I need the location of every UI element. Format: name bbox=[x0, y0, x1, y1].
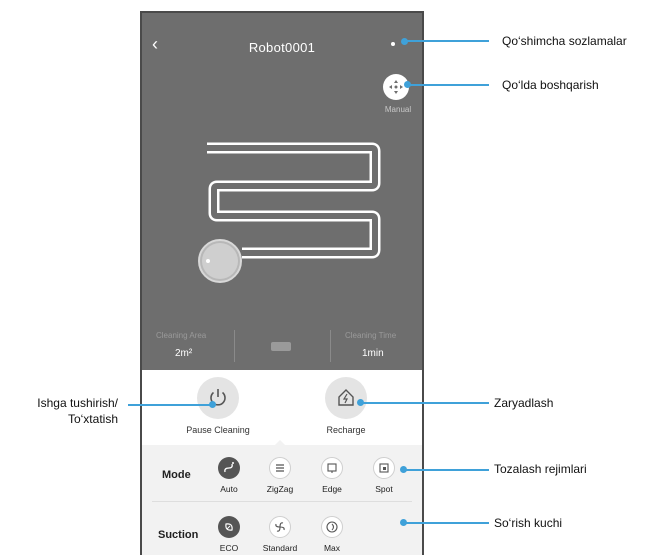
home-charge-icon bbox=[338, 389, 354, 406]
mode-spot-button[interactable] bbox=[373, 457, 395, 479]
suction-eco-button[interactable] bbox=[218, 516, 240, 538]
suction-standard-label: Standard bbox=[262, 543, 298, 553]
suction-eco-label: ECO bbox=[219, 543, 239, 553]
mode-edge-button[interactable] bbox=[321, 457, 343, 479]
mode-zigzag-button[interactable] bbox=[269, 457, 291, 479]
device-title: Robot0001 bbox=[248, 40, 316, 55]
callout-start-stop-line1: Ishga tushirish/ bbox=[37, 396, 118, 410]
callout-line bbox=[128, 404, 212, 406]
callout-line bbox=[404, 469, 489, 471]
suction-max-button[interactable] bbox=[321, 516, 343, 538]
callout-start-stop-line2: To‘xtatish bbox=[67, 412, 118, 426]
control-panel: Pause Cleaning Recharge Mode Auto ZigZag… bbox=[142, 370, 422, 555]
callout-line bbox=[361, 402, 489, 404]
pause-cleaning-label: Pause Cleaning bbox=[186, 425, 250, 435]
cleaning-time-value: 1min bbox=[362, 348, 384, 359]
suction-title: Suction bbox=[158, 529, 199, 541]
eco-icon bbox=[225, 523, 233, 531]
spot-icon bbox=[379, 463, 389, 473]
mode-auto-label: Auto bbox=[220, 484, 238, 494]
callout-line bbox=[404, 522, 489, 524]
callout-dot bbox=[209, 401, 216, 408]
suction-standard-button[interactable] bbox=[269, 516, 291, 538]
cleaning-area-value: 2m² bbox=[175, 348, 193, 359]
fan-icon bbox=[275, 522, 285, 532]
top-bar: ‹ Robot0001 bbox=[142, 13, 422, 73]
divider bbox=[330, 330, 331, 362]
callout-suction-power: So‘rish kuchi bbox=[494, 516, 563, 530]
cleaning-time-label: Cleaning Time bbox=[345, 331, 397, 340]
callout-more-settings: Qo‘shimcha sozlamalar bbox=[502, 34, 627, 48]
recharge-label: Recharge bbox=[326, 425, 366, 435]
battery-icon bbox=[271, 342, 291, 351]
divider bbox=[234, 330, 235, 362]
swirl-icon bbox=[326, 521, 338, 533]
edge-icon bbox=[327, 463, 337, 473]
phone-screen: ‹ Robot0001 Manual Cleaning Area 2m² Cle… bbox=[140, 11, 424, 555]
mode-edge-label: Edge bbox=[322, 484, 342, 494]
cleaning-path-map bbox=[198, 142, 381, 283]
auto-icon bbox=[224, 462, 234, 473]
suction-max-label: Max bbox=[323, 543, 341, 553]
mode-zigzag-label: ZigZag bbox=[266, 484, 294, 494]
callout-cleaning-modes: Tozalash rejimlari bbox=[494, 462, 587, 476]
settings-section: Mode Auto ZigZag Edge Spot Suction ECO S… bbox=[142, 445, 422, 555]
robot-icon bbox=[198, 239, 242, 283]
recharge-button[interactable] bbox=[325, 377, 367, 419]
power-icon bbox=[210, 389, 226, 406]
zigzag-icon bbox=[276, 464, 284, 472]
callout-line bbox=[405, 40, 489, 42]
mode-auto-button[interactable] bbox=[218, 457, 240, 479]
mode-title: Mode bbox=[162, 469, 191, 481]
mode-spot-label: Spot bbox=[375, 484, 393, 494]
manual-label: Manual bbox=[384, 105, 412, 114]
callout-charging: Zaryadlash bbox=[494, 396, 554, 410]
callout-line bbox=[408, 84, 489, 86]
stats-bar: Cleaning Area 2m² Cleaning Time 1min bbox=[142, 326, 422, 376]
pause-cleaning-button[interactable] bbox=[197, 377, 239, 419]
callout-manual-control: Qo‘lda boshqarish bbox=[502, 78, 599, 92]
row-divider bbox=[152, 501, 412, 502]
cleaning-area-label: Cleaning Area bbox=[156, 331, 207, 340]
